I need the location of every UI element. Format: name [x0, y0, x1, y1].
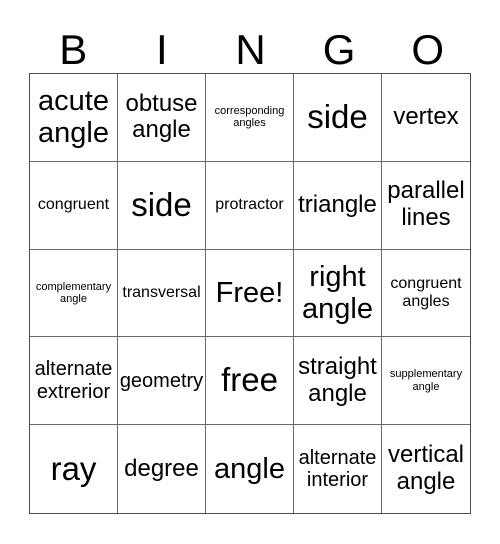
bingo-cell[interactable]: degree: [118, 425, 206, 513]
bingo-cell[interactable]: geometry: [118, 337, 206, 426]
bingo-cell[interactable]: acute angle: [30, 74, 118, 162]
bingo-cell[interactable]: alternate interior: [294, 425, 382, 513]
bingo-header: B I N G O: [29, 28, 472, 72]
bingo-cell[interactable]: free: [206, 337, 294, 426]
bingo-cell[interactable]: transversal: [118, 249, 206, 338]
bingo-cell[interactable]: alternate extrerior: [30, 337, 118, 426]
bingo-cell[interactable]: straight angle: [294, 337, 382, 426]
bingo-cell[interactable]: corresponding angles: [206, 74, 294, 162]
bingo-cell[interactable]: vertical angle: [382, 425, 470, 513]
bingo-cell[interactable]: ray: [30, 425, 118, 513]
free-space-cell[interactable]: Free!: [206, 249, 294, 338]
bingo-cell[interactable]: obtuse angle: [118, 74, 206, 162]
header-letter-n: N: [235, 26, 266, 73]
header-letter-g: G: [322, 26, 356, 73]
bingo-cell[interactable]: right angle: [294, 249, 382, 338]
bingo-cell[interactable]: angle: [206, 425, 294, 513]
bingo-grid: acute angle obtuse angle corresponding a…: [29, 73, 471, 514]
bingo-cell[interactable]: side: [118, 161, 206, 250]
header-letter-o: O: [411, 26, 444, 73]
bingo-cell[interactable]: supplementary angle: [382, 337, 470, 426]
header-letter-i: I: [156, 26, 168, 73]
bingo-cell[interactable]: triangle: [294, 161, 382, 250]
bingo-cell[interactable]: congruent: [30, 161, 118, 250]
header-letter-b: B: [59, 26, 88, 73]
bingo-cell[interactable]: congruent angles: [382, 250, 470, 338]
bingo-cell[interactable]: complementary angle: [30, 249, 118, 338]
bingo-cell[interactable]: parallel lines: [382, 162, 470, 250]
bingo-cell[interactable]: protractor: [206, 161, 294, 250]
bingo-cell[interactable]: side: [294, 74, 382, 162]
bingo-cell[interactable]: vertex: [382, 74, 470, 162]
